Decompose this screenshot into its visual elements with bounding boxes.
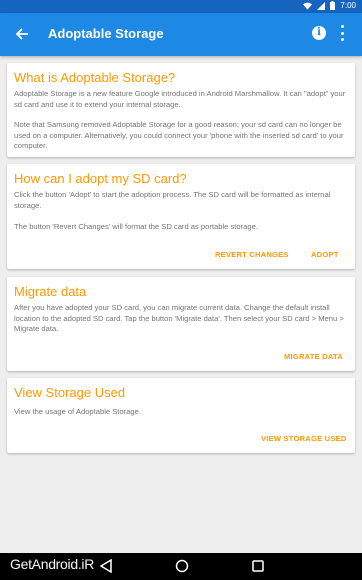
back-triangle-icon[interactable] — [100, 559, 112, 573]
view-storage-used-button[interactable]: VIEW STORAGE USED — [261, 434, 347, 443]
page-title: Adoptable Storage — [48, 26, 164, 41]
migrate-data-button[interactable]: MIGRATE DATA — [284, 352, 343, 361]
info-icon[interactable]: i — [312, 26, 326, 40]
navigation-bar: GetAndroid.iR — [0, 553, 362, 580]
status-time: 7:00 — [340, 1, 356, 10]
adopt-body-1: Click the button 'Adopt' to start the ad… — [14, 190, 331, 210]
app-bar: Adoptable Storage i — [0, 13, 362, 56]
arrow-back-icon[interactable] — [12, 23, 32, 45]
view-storage-card: View Storage Used View the usage of Adop… — [7, 378, 355, 453]
recents-square-icon[interactable] — [252, 560, 264, 572]
what-is-body-1: Adoptable Storage is a new feature Googl… — [14, 89, 346, 109]
migrate-card: Migrate data After you have adopted your… — [7, 277, 355, 371]
what-is-body-2: Note that Samsung removed Adoptable Stor… — [14, 120, 344, 150]
what-is-title: What is Adoptable Storage? — [14, 70, 176, 85]
watermark: GetAndroid.iR — [10, 556, 95, 572]
adopt-card: How can I adopt my SD card? Click the bu… — [7, 164, 355, 269]
adopt-body-2: The button 'Revert Changes' will format … — [14, 222, 258, 231]
wifi-icon — [303, 2, 313, 10]
status-bar: 7:00 — [0, 0, 362, 13]
status-icons: 7:00 — [303, 1, 356, 10]
adopt-title: How can I adopt my SD card? — [14, 171, 187, 186]
view-storage-body: View the usage of Adoptable Storage. — [14, 407, 141, 416]
view-storage-title: View Storage Used — [14, 385, 126, 400]
revert-changes-button[interactable]: REVERT CHANGES — [215, 250, 289, 259]
adopt-button[interactable]: ADOPT — [311, 250, 339, 259]
more-vert-icon[interactable] — [338, 25, 346, 41]
migrate-title: Migrate data — [14, 284, 87, 299]
home-circle-icon[interactable] — [175, 559, 189, 573]
migrate-body: After you have adopted your SD card, you… — [14, 303, 344, 333]
cellular-signal-icon — [317, 1, 326, 10]
what-is-card: What is Adoptable Storage? Adoptable Sto… — [7, 63, 355, 157]
battery-icon — [330, 1, 336, 10]
